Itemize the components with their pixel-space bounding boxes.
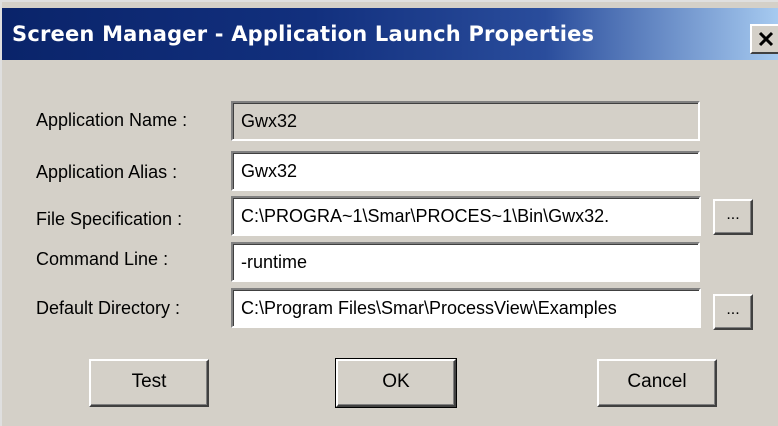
file-specification-label: File Specification :: [36, 209, 183, 229]
file-specification-browse-button[interactable]: ...: [713, 199, 753, 235]
cancel-button[interactable]: Cancel: [597, 359, 717, 407]
default-directory-label: Default Directory :: [36, 298, 181, 318]
file-specification-field[interactable]: C:\PROGRA~1\Smar\PROCES~1\Bin\Gwx32.: [231, 196, 701, 236]
title-bar[interactable]: Screen Manager - Application Launch Prop…: [2, 8, 778, 60]
default-directory-field[interactable]: C:\Program Files\Smar\ProcessView\Exampl…: [231, 288, 701, 328]
default-directory-browse-button[interactable]: ...: [713, 294, 753, 330]
test-button[interactable]: Test: [89, 359, 209, 407]
window-title: Screen Manager - Application Launch Prop…: [12, 22, 595, 46]
close-icon: [758, 31, 774, 47]
application-name-label: Application Name :: [36, 110, 188, 130]
ok-button[interactable]: OK: [335, 358, 457, 408]
application-alias-label: Application Alias :: [36, 162, 178, 182]
application-alias-field[interactable]: Gwx32: [231, 151, 700, 191]
command-line-field[interactable]: -runtime: [231, 242, 700, 282]
command-line-label: Command Line :: [36, 249, 169, 269]
application-name-field: Gwx32: [231, 101, 700, 141]
launch-properties-dialog: Screen Manager - Application Launch Prop…: [0, 0, 778, 426]
close-button[interactable]: [750, 24, 778, 54]
